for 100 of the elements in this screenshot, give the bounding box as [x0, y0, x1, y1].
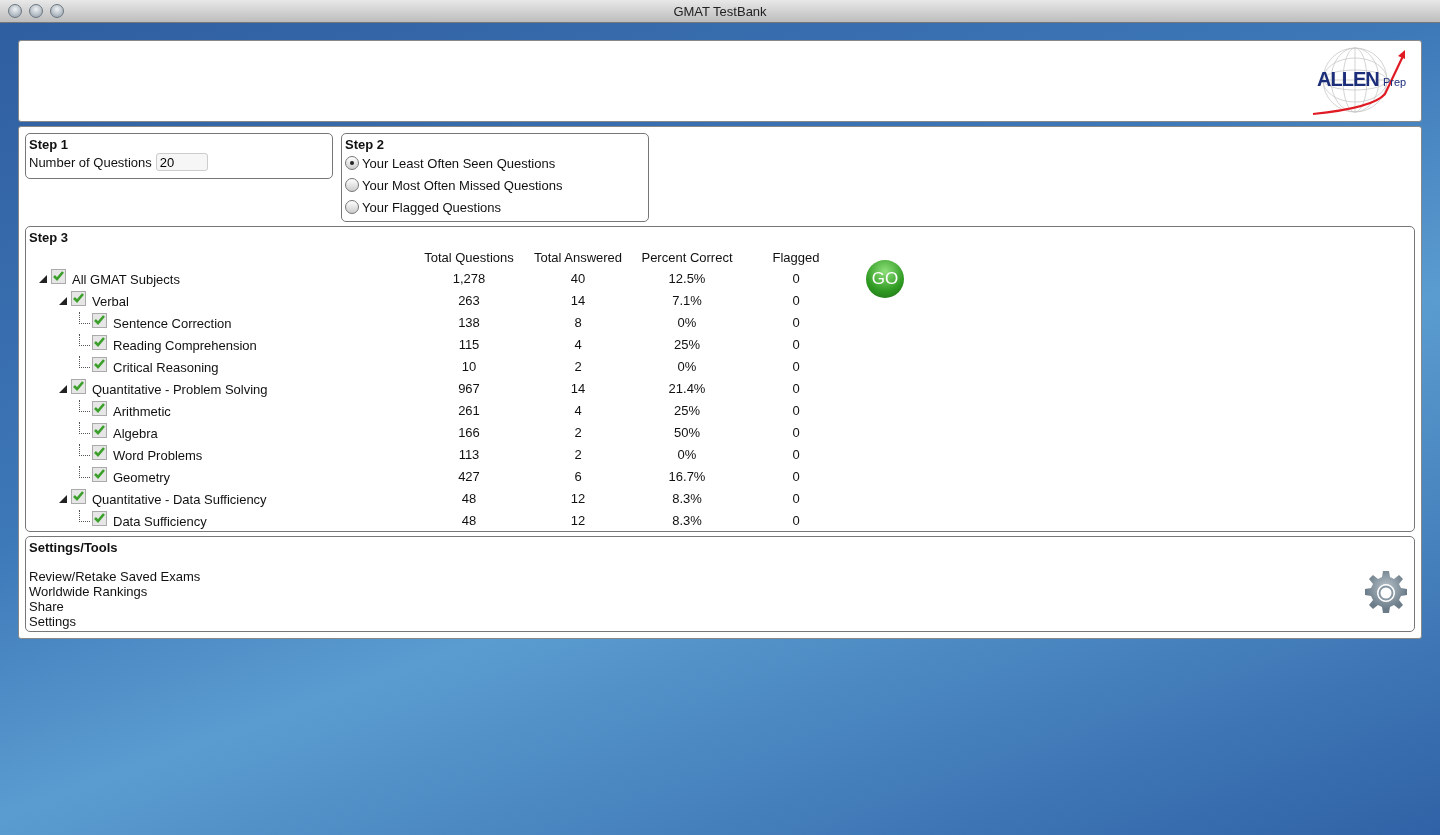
- expander-triangle-icon[interactable]: [59, 385, 67, 393]
- table-cell: 4: [574, 403, 582, 418]
- section-title: Step 1: [29, 137, 68, 152]
- settings-link[interactable]: Worldwide Rankings: [29, 584, 148, 599]
- checkbox[interactable]: [92, 510, 107, 526]
- table-cell: 0%: [677, 315, 697, 330]
- table-cell: 4: [574, 337, 582, 352]
- zoom-button[interactable]: [50, 4, 64, 18]
- table-cell: 138: [458, 315, 480, 330]
- close-button[interactable]: [8, 4, 22, 18]
- tree-item-label[interactable]: Geometry: [113, 469, 171, 485]
- table-cell: 25%: [674, 337, 700, 352]
- table-cell: 1,278: [452, 271, 486, 286]
- table-cell: 0: [792, 381, 800, 396]
- table-cell: 0: [792, 403, 800, 418]
- window-title: GMAT TestBank: [673, 3, 767, 19]
- table-cell: 2: [574, 359, 582, 374]
- settings-link[interactable]: Settings: [29, 614, 76, 629]
- table-cell: 12.5%: [668, 271, 706, 286]
- column-header: Percent Correct: [641, 250, 733, 265]
- table-cell: 8.3%: [672, 491, 702, 506]
- checkbox[interactable]: [71, 378, 86, 394]
- table-cell: 7.1%: [672, 293, 702, 308]
- radio-label[interactable]: Your Flagged Questions: [362, 199, 501, 215]
- settings-link[interactable]: Review/Retake Saved Exams: [29, 569, 201, 584]
- table-cell: 427: [458, 469, 480, 484]
- tree-item-label[interactable]: All GMAT Subjects: [72, 271, 180, 287]
- table-cell: 0: [792, 315, 800, 330]
- table-cell: 0%: [677, 359, 697, 374]
- table-cell: 8.3%: [672, 513, 702, 528]
- tree-item-label[interactable]: Verbal: [92, 293, 129, 309]
- table-cell: 0: [792, 271, 800, 286]
- table-cell: 0: [792, 491, 800, 506]
- table-cell: 14: [570, 293, 586, 308]
- table-cell: 48: [461, 491, 477, 506]
- section-title: Settings/Tools: [29, 540, 118, 555]
- table-cell: 113: [458, 447, 480, 462]
- checkbox[interactable]: [92, 356, 107, 372]
- tree-item-label[interactable]: Arithmetic: [113, 403, 171, 419]
- column-header: Total Questions: [424, 250, 514, 265]
- checkbox[interactable]: [71, 488, 86, 504]
- tree-item-label[interactable]: Data Sufficiency: [113, 513, 207, 529]
- expander-triangle-icon[interactable]: [59, 297, 67, 305]
- table-cell: 48: [461, 513, 477, 528]
- table-cell: 25%: [674, 403, 700, 418]
- table-cell: 0: [792, 425, 800, 440]
- radio-button[interactable]: [345, 156, 359, 170]
- table-cell: 14: [570, 381, 586, 396]
- radio-button[interactable]: [345, 178, 359, 192]
- checkbox[interactable]: [92, 422, 107, 438]
- checkbox[interactable]: [92, 444, 107, 460]
- checkbox[interactable]: [92, 334, 107, 350]
- table-cell: 0: [792, 293, 800, 308]
- radio-label[interactable]: Your Least Often Seen Questions: [362, 155, 556, 171]
- column-header: Flagged: [772, 250, 820, 265]
- radio-label[interactable]: Your Most Often Missed Questions: [362, 177, 563, 193]
- checkbox[interactable]: [92, 466, 107, 482]
- table-cell: 0%: [677, 447, 697, 462]
- table-cell: 21.4%: [668, 381, 706, 396]
- logo-text: ALLEN: [1317, 68, 1379, 91]
- table-cell: 0: [792, 337, 800, 352]
- number-of-questions-field[interactable]: 20: [155, 153, 208, 171]
- settings-link[interactable]: Share: [29, 599, 64, 614]
- table-cell: 967: [458, 381, 480, 396]
- section-title: Step 3: [29, 230, 68, 245]
- table-cell: 40: [570, 271, 586, 286]
- tree-item-label[interactable]: Quantitative - Problem Solving: [92, 381, 268, 397]
- tree-item-label[interactable]: Reading Comprehension: [113, 337, 257, 353]
- table-cell: 0: [792, 469, 800, 484]
- minimize-button[interactable]: [29, 4, 43, 18]
- table-cell: 6: [574, 469, 582, 484]
- table-cell: 2: [574, 425, 582, 440]
- tree-item-label[interactable]: Algebra: [113, 425, 158, 441]
- section-title: Step 2: [345, 137, 384, 152]
- field-label: Number of Questions: [29, 154, 152, 170]
- tree-item-label[interactable]: Sentence Correction: [113, 315, 232, 331]
- tree-item-label[interactable]: Word Problems: [113, 447, 203, 463]
- radio-button[interactable]: [345, 200, 359, 214]
- table-cell: 12: [570, 491, 586, 506]
- table-cell: 263: [458, 293, 480, 308]
- table-cell: 0: [792, 359, 800, 374]
- checkbox[interactable]: [51, 268, 66, 284]
- checkbox[interactable]: [71, 290, 86, 306]
- tree-item-label[interactable]: Critical Reasoning: [113, 359, 219, 375]
- checkbox[interactable]: [92, 400, 107, 416]
- table-cell: 10: [461, 359, 477, 374]
- table-cell: 166: [458, 425, 480, 440]
- table-cell: 8: [574, 315, 582, 330]
- expander-triangle-icon[interactable]: [39, 275, 47, 283]
- table-cell: 16.7%: [668, 469, 706, 484]
- table-cell: 50%: [674, 425, 700, 440]
- table-cell: 2: [574, 447, 582, 462]
- table-cell: 261: [458, 403, 480, 418]
- expander-triangle-icon[interactable]: [59, 495, 67, 503]
- column-header: Total Answered: [533, 250, 623, 265]
- tree-item-label[interactable]: Quantitative - Data Sufficiency: [92, 491, 267, 507]
- checkbox[interactable]: [92, 312, 107, 328]
- table-cell: 0: [792, 513, 800, 528]
- table-cell: 12: [570, 513, 586, 528]
- table-cell: 0: [792, 447, 800, 462]
